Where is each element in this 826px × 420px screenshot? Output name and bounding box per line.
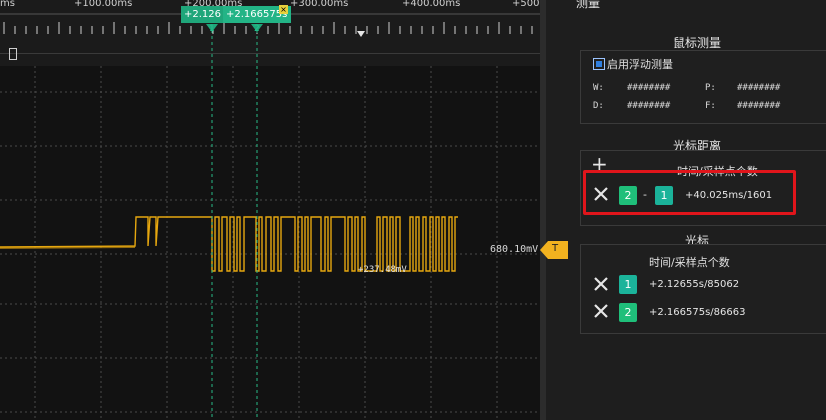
float-measure-checkbox[interactable] — [593, 58, 605, 70]
overview-handle-icon[interactable] — [9, 48, 17, 60]
cursor-2-value: +2.166575s/86663 — [649, 307, 746, 318]
vertical-scrollbar[interactable] — [540, 0, 546, 420]
mouse-measure-box: 启用浮动测量 W: ######## P: ######## D: ######… — [580, 50, 826, 124]
float-measure-label[interactable]: 启用浮动测量 — [607, 56, 673, 72]
f-value: ######## — [737, 101, 781, 111]
cursor-1-number: 1 — [209, 24, 215, 34]
trigger-flag-label: T — [552, 243, 559, 254]
cursors-box: 时间/采样点个数 1 +2.12655s/85062 2 +2.166575s/… — [580, 244, 826, 334]
waveform-trace — [0, 216, 458, 272]
plot-area[interactable]: 680.10mV +237.48mV — [0, 66, 540, 420]
cursor-1-value: +2.12655s/85062 — [649, 279, 740, 290]
d-value: ######## — [627, 101, 671, 111]
close-icon[interactable]: × — [279, 5, 288, 14]
d-label: D: — [593, 101, 604, 111]
highlight-box — [583, 170, 796, 215]
cursor-2-number: 2 — [254, 24, 260, 34]
checkbox-checked-icon — [596, 61, 602, 67]
w-label: W: — [593, 83, 604, 93]
p-label: P: — [705, 83, 716, 93]
remove-cursor-1-icon[interactable] — [593, 276, 609, 292]
trigger-level-label: +237.48mV — [358, 265, 407, 275]
level-label: 680.10mV — [490, 244, 539, 255]
overview-bar[interactable] — [0, 44, 540, 67]
remove-cursor-2-icon[interactable] — [593, 303, 609, 319]
cursor-1-badge[interactable]: 1 — [619, 275, 637, 294]
w-value: ######## — [627, 83, 671, 93]
f-label: F: — [705, 101, 716, 111]
cursor-1-tag[interactable]: +2.126 — [181, 6, 229, 23]
mouse-measure-title: 鼠标测量 — [672, 36, 721, 50]
p-value: ######## — [737, 83, 781, 93]
cursors-subtitle: 时间/采样点个数 — [649, 256, 730, 269]
overview-line — [0, 53, 540, 54]
signal-path — [0, 216, 458, 272]
waveform-view[interactable]: ms +100.00ms +200.00ms +300.00ms +400.00… — [0, 0, 546, 420]
time-anchor-marker — [357, 31, 365, 37]
panel-title: 测量 — [576, 0, 601, 10]
cursor-2-badge[interactable]: 2 — [619, 303, 637, 322]
signal-noise — [0, 246, 136, 249]
